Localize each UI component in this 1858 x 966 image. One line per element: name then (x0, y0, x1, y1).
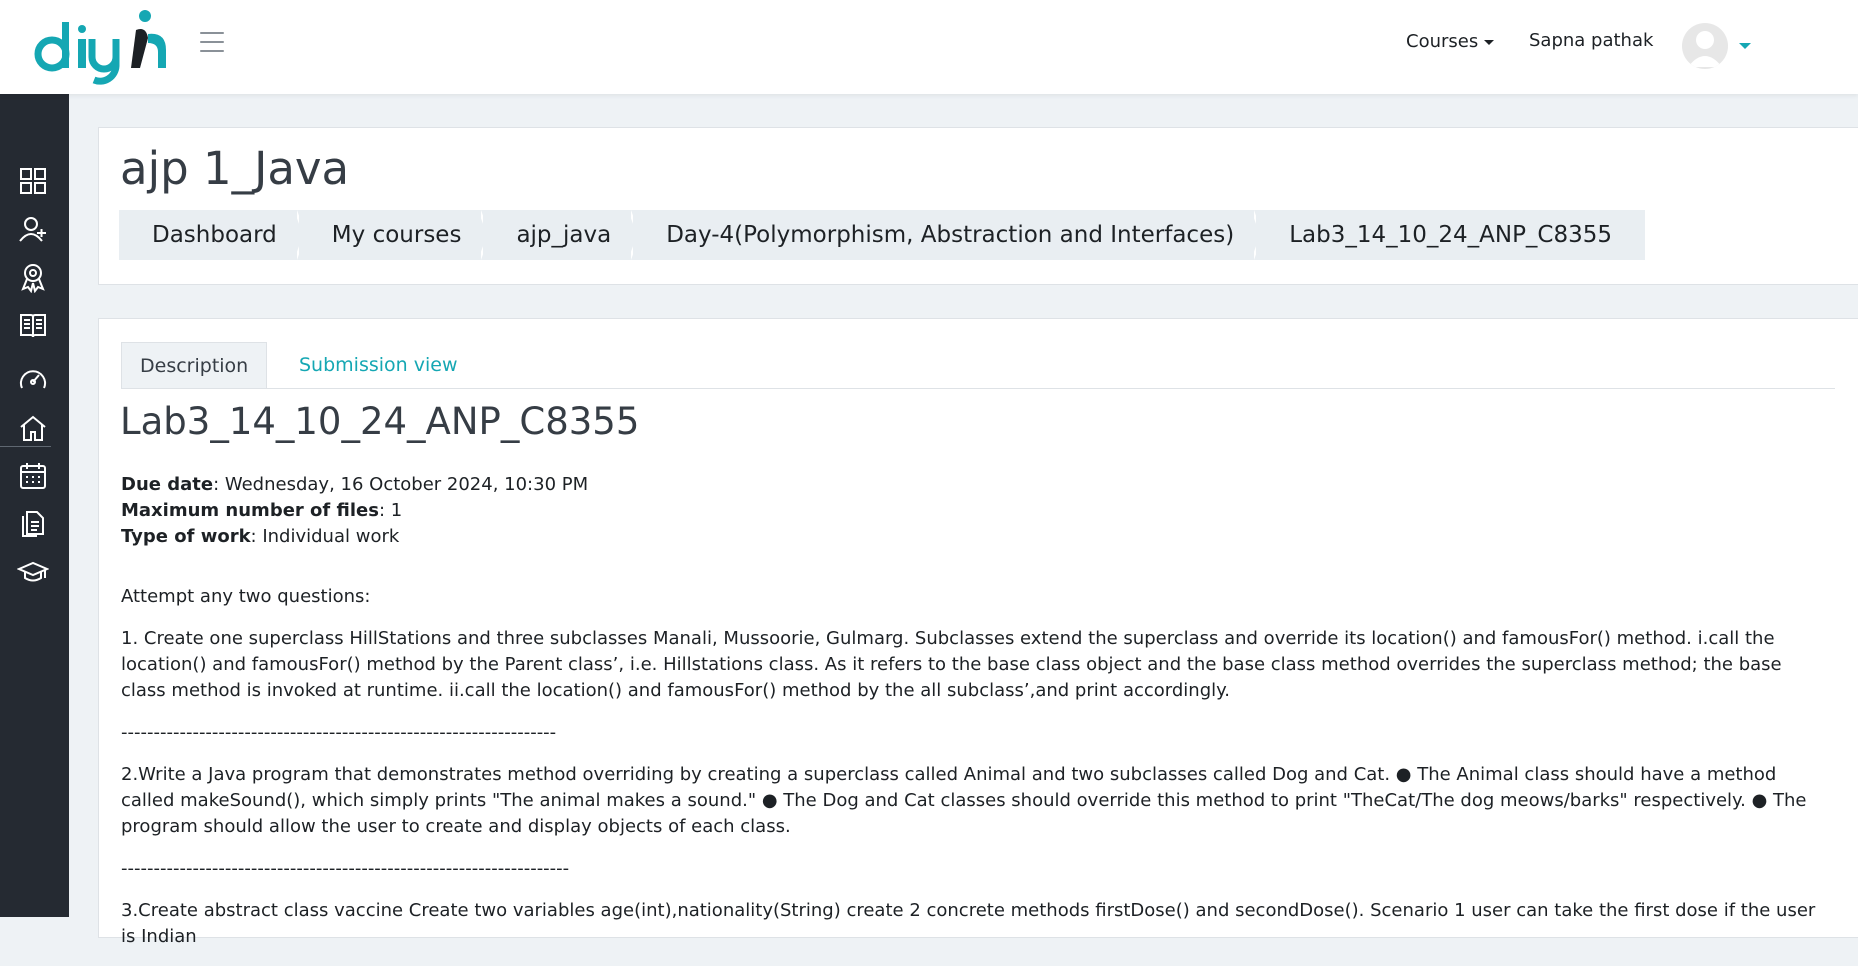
chevron-down-icon (1484, 39, 1495, 45)
menu-toggle-icon[interactable] (200, 32, 224, 54)
breadcrumb-section[interactable]: Day-4(Polymorphism, Abstraction and Inte… (633, 210, 1257, 260)
breadcrumb-dashboard[interactable]: Dashboard (119, 210, 299, 260)
activity-title: Lab3_14_10_24_ANP_C8355 (120, 400, 640, 443)
breadcrumb-my-courses[interactable]: My courses (298, 210, 484, 260)
work-type: Type of work: Individual work (121, 524, 588, 550)
question-1: 1. Create one superclass HillStations an… (121, 628, 1782, 701)
max-files: Maximum number of files: 1 (121, 498, 588, 524)
avatar-icon (1688, 31, 1722, 67)
user-icon[interactable] (17, 213, 49, 245)
breadcrumb: Dashboard My courses ajp_java Day-4(Poly… (119, 210, 1646, 260)
max-files-label: Maximum number of files (121, 500, 379, 521)
tab-description[interactable]: Description (121, 342, 268, 388)
left-sidebar (0, 94, 69, 917)
book-icon[interactable] (17, 309, 49, 341)
courses-label: Courses (1406, 31, 1479, 52)
page-header-card (98, 127, 1858, 285)
page-title: ajp 1_Java (120, 142, 350, 195)
user-avatar[interactable] (1682, 23, 1728, 69)
due-date-label: Due date (121, 474, 214, 495)
work-type-label: Type of work (121, 526, 251, 547)
graduation-cap-icon[interactable] (16, 556, 50, 588)
calendar-icon[interactable] (17, 460, 49, 492)
diyi-logo[interactable] (34, 8, 184, 86)
tab-submission-view[interactable]: Submission view (281, 342, 476, 388)
badge-icon[interactable] (17, 261, 49, 294)
work-type-value: : Individual work (250, 526, 400, 547)
activity-tabs: Description Submission view (121, 342, 1835, 389)
description-intro: Attempt any two questions: (121, 586, 371, 607)
breadcrumb-activity[interactable]: Lab3_14_10_24_ANP_C8355 (1256, 210, 1646, 260)
dashboard-icon[interactable] (17, 364, 49, 396)
question-3: 3.Create abstract class vaccine Create t… (121, 900, 1816, 947)
breadcrumb-course[interactable]: ajp_java (483, 210, 634, 260)
separator-line: ----------------------------------------… (121, 722, 557, 743)
due-date-value: : Wednesday, 16 October 2024, 10:30 PM (213, 474, 589, 495)
home-icon[interactable] (17, 412, 49, 444)
activity-dates: Due date: Wednesday, 16 October 2024, 10… (121, 472, 588, 550)
separator-line: ----------------------------------------… (121, 858, 570, 879)
user-name[interactable]: Sapna pathak (1529, 30, 1653, 51)
assignment-description: Attempt any two questions: 1. Create one… (121, 584, 1826, 966)
max-files-value: : 1 (378, 500, 403, 521)
sidebar-divider (0, 446, 51, 447)
question-2: 2.Write a Java program that demonstrates… (121, 764, 1807, 837)
files-icon[interactable] (17, 508, 49, 540)
courses-dropdown[interactable]: Courses (1406, 31, 1495, 52)
user-menu-caret-icon[interactable] (1739, 43, 1751, 49)
grid-icon[interactable] (17, 165, 49, 197)
due-date: Due date: Wednesday, 16 October 2024, 10… (121, 472, 588, 498)
top-navbar: Courses Sapna pathak (0, 0, 1858, 94)
